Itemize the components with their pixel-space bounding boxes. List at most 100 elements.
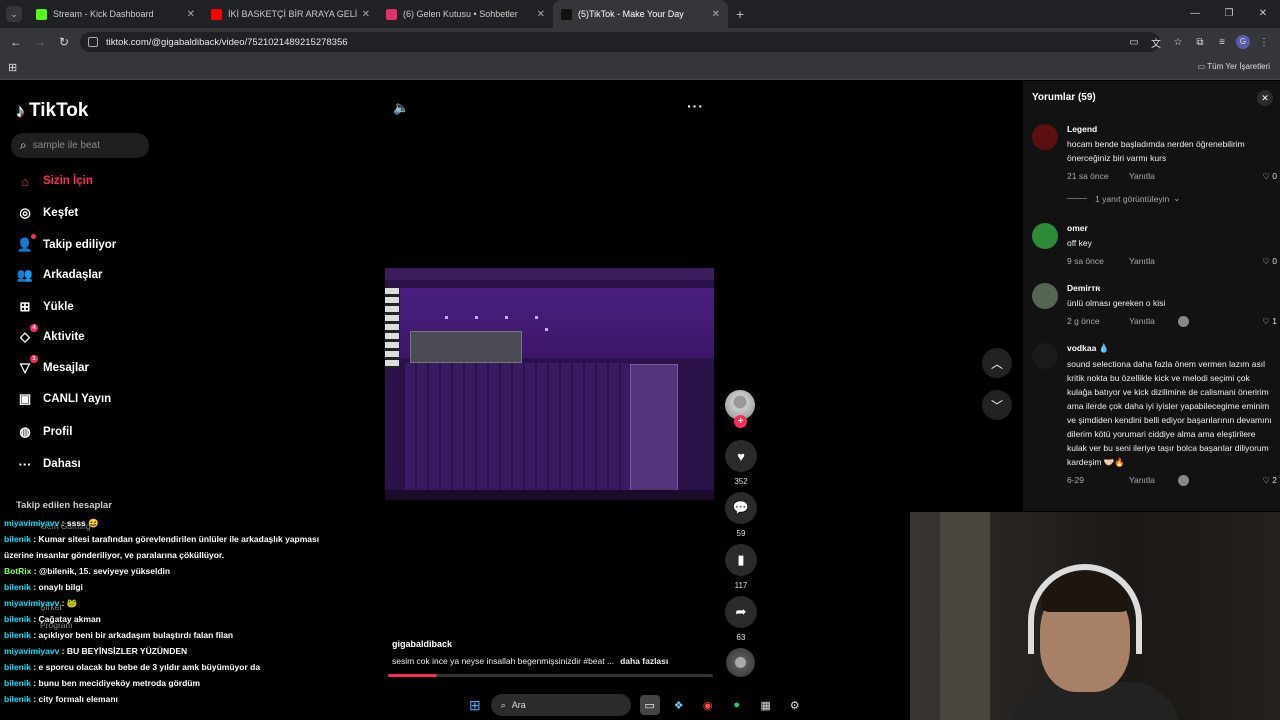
copilot-icon[interactable]: ❖: [669, 695, 689, 715]
comment-avatar[interactable]: [1032, 124, 1058, 150]
comment-avatar[interactable]: [1032, 283, 1058, 309]
reload-icon[interactable]: ↻: [52, 35, 76, 49]
previous-video-button[interactable]: ︿: [982, 348, 1012, 378]
chat-text: : ssss 😆: [61, 518, 99, 528]
chat-username[interactable]: bilenik: [4, 630, 31, 640]
tiktok-logo[interactable]: ♪ TikTok: [16, 100, 88, 122]
bookmark-star-icon[interactable]: ☆: [1170, 37, 1186, 48]
address-bar[interactable]: tiktok.com/@gigabaldiback/video/75210214…: [80, 32, 1160, 52]
chat-username[interactable]: bilenik: [4, 678, 31, 688]
video-note: [475, 316, 478, 319]
share-button[interactable]: ➦ 63: [725, 596, 757, 642]
extensions-icon[interactable]: ⧉: [1192, 37, 1208, 48]
media-icon[interactable]: ≡: [1214, 37, 1230, 48]
close-window-icon[interactable]: ✕: [1246, 0, 1280, 28]
minimize-icon[interactable]: —: [1178, 0, 1212, 28]
browser-tab[interactable]: (5)TikTok - Make Your Day ✕: [553, 0, 728, 28]
nav-item[interactable]: ▣ CANLI Yayın: [16, 389, 111, 409]
chrome-icon[interactable]: ◉: [698, 695, 718, 715]
reply-button[interactable]: Yanıtla: [1129, 316, 1155, 326]
comment-like-button[interactable]: ♡ 1: [1262, 316, 1277, 327]
comment-like-button[interactable]: ♡ 2: [1262, 475, 1277, 486]
comment-author[interactable]: omer: [1067, 223, 1277, 233]
view-replies-label: 1 yanıt görüntüleyin: [1095, 193, 1170, 204]
nav-item[interactable]: ◇ 4 Aktivite: [16, 324, 85, 347]
comment-avatar[interactable]: [1032, 343, 1058, 369]
comment-author[interactable]: Demirᴛʀ: [1067, 283, 1277, 293]
nav-item[interactable]: 👥 Arkadaşlar: [16, 265, 103, 285]
more-options-icon[interactable]: ···: [687, 98, 704, 114]
next-video-button[interactable]: ﹀: [982, 390, 1012, 420]
site-info-icon[interactable]: [88, 37, 98, 47]
search-input[interactable]: ⌕ sample ile beat: [11, 133, 149, 158]
browser-tab[interactable]: (6) Gelen Kutusu • Sohbetler ✕: [378, 0, 553, 28]
video-player[interactable]: [385, 268, 714, 500]
profile-avatar-icon[interactable]: G: [1236, 35, 1250, 49]
nav-item[interactable]: ◎ Keşfet: [16, 203, 78, 223]
settings-gear-icon[interactable]: ⚙: [785, 695, 805, 715]
forward-icon[interactable]: →: [28, 35, 52, 49]
store-icon[interactable]: ▦: [756, 695, 776, 715]
translate-icon[interactable]: 文: [1148, 35, 1164, 50]
caption-more-button[interactable]: daha fazlası: [620, 656, 668, 666]
chat-username[interactable]: bilenik: [4, 614, 31, 624]
tab-search-button[interactable]: ⌄: [6, 6, 22, 22]
restore-icon[interactable]: ❐: [1212, 0, 1246, 28]
close-comments-button[interactable]: ✕: [1257, 90, 1273, 106]
windows-start-icon[interactable]: ⊞: [469, 697, 481, 714]
file-explorer-icon[interactable]: ▭: [639, 695, 660, 715]
back-icon[interactable]: ←: [4, 35, 28, 49]
heart-outline-icon: ♡: [1262, 316, 1270, 326]
view-replies-button[interactable]: 1 yanıt görüntüleyin ⌄: [1067, 193, 1180, 204]
browser-tab[interactable]: Stream - Kick Dashboard ✕: [28, 0, 203, 28]
comment-like-count: 2: [1272, 475, 1277, 485]
taskbar-search[interactable]: ⌕ Ara: [490, 694, 631, 716]
browser-tab[interactable]: İKİ BASKETÇİ BİR ARAYA GELİNCE ✕: [203, 0, 378, 28]
comment-like-count: 0: [1272, 171, 1277, 181]
reply-button[interactable]: Yanıtla: [1129, 256, 1155, 266]
nav-item[interactable]: ◍ Profil: [16, 422, 72, 442]
nav-item[interactable]: 👤 Takip ediliyor: [16, 234, 116, 255]
chat-username[interactable]: miyavimiyavv: [4, 598, 59, 608]
browser-menu-icon[interactable]: ⋮: [1256, 37, 1272, 48]
chat-username[interactable]: bilenik: [4, 534, 31, 544]
music-disc-icon[interactable]: [726, 648, 755, 677]
reply-button[interactable]: Yanıtla: [1129, 171, 1155, 181]
webcam-background-door: [940, 512, 990, 720]
nav-item[interactable]: ⌂ Sizin İçin: [16, 171, 93, 191]
close-tab-icon[interactable]: ✕: [537, 9, 545, 20]
close-tab-icon[interactable]: ✕: [187, 9, 195, 20]
chat-message: bilenik : bunu ben mecidiyeköy metroda g…: [0, 675, 340, 691]
video-author[interactable]: gigabaldiback: [392, 639, 452, 649]
like-button[interactable]: ♥ 352: [725, 440, 757, 486]
follow-plus-button[interactable]: +: [734, 415, 747, 428]
chat-username[interactable]: bilenik: [4, 694, 31, 704]
chat-username[interactable]: bilenik: [4, 582, 31, 592]
comment-like-button[interactable]: ♡ 0: [1262, 171, 1277, 182]
close-tab-icon[interactable]: ✕: [362, 9, 370, 20]
comment-author[interactable]: vodkaa 💧: [1067, 343, 1277, 354]
volume-icon[interactable]: 🔈: [393, 100, 409, 116]
all-bookmarks-button[interactable]: ▭ Tüm Yer İşaretleri: [1198, 62, 1270, 71]
comment-author[interactable]: Legend: [1067, 124, 1277, 134]
chat-username[interactable]: miyavimiyavv: [4, 518, 59, 528]
close-tab-icon[interactable]: ✕: [712, 9, 720, 20]
spotify-icon[interactable]: ●: [727, 695, 747, 715]
comment-like-button[interactable]: ♡ 0: [1262, 256, 1277, 267]
new-tab-button[interactable]: +: [736, 6, 744, 22]
cast-icon[interactable]: ▭: [1126, 37, 1142, 48]
chat-username[interactable]: miyavimiyavv: [4, 646, 59, 656]
nav-item[interactable]: ··· Dahası: [16, 454, 81, 474]
apps-grid-icon[interactable]: ⊞: [8, 61, 17, 74]
comment-button[interactable]: 💬 59: [725, 492, 757, 538]
nav-item[interactable]: ⊞ Yükle: [16, 297, 74, 317]
chat-text: : e sporcu olacak bu bebe de 3 yıldır am…: [33, 662, 261, 672]
reply-button[interactable]: Yanıtla: [1129, 475, 1155, 485]
search-placeholder: sample ile beat: [32, 140, 100, 151]
video-progress-bar[interactable]: [388, 674, 713, 677]
chat-username[interactable]: BotRix: [4, 566, 31, 576]
comment-avatar[interactable]: [1032, 223, 1058, 249]
nav-item[interactable]: ▽ 1 Mesajlar: [16, 355, 89, 378]
save-button[interactable]: ▮ 117: [725, 544, 757, 590]
chat-username[interactable]: bilenik: [4, 662, 31, 672]
